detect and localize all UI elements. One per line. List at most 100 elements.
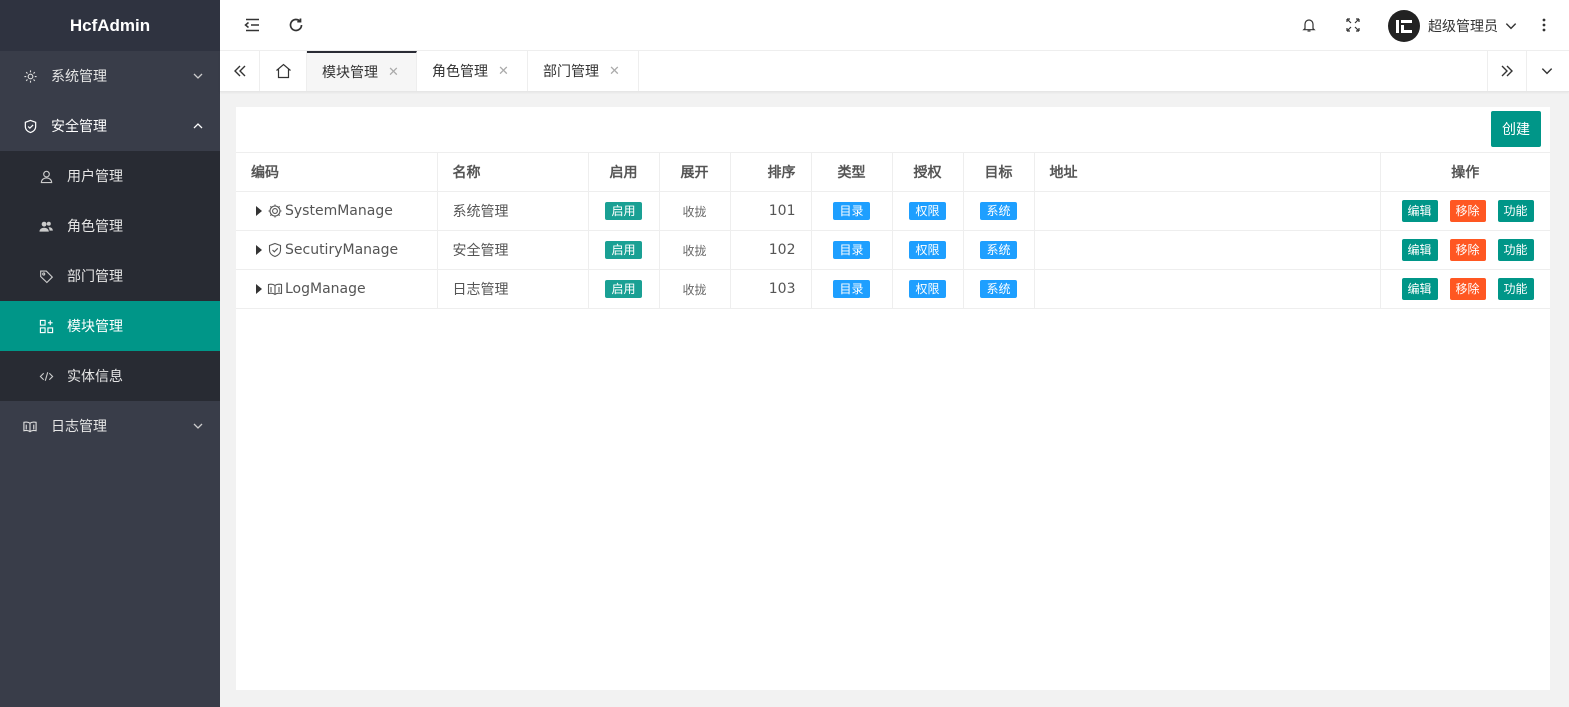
sidebar-item-entities[interactable]: 实体信息 bbox=[0, 351, 220, 401]
edit-button[interactable]: 编辑 bbox=[1401, 239, 1438, 261]
tab-home[interactable] bbox=[260, 51, 307, 91]
edit-button[interactable]: 编辑 bbox=[1401, 278, 1438, 300]
sidebar-item-label: 模块管理 bbox=[67, 319, 123, 335]
target-badge: 系统 bbox=[980, 241, 1017, 259]
table-row[interactable]: LogManage 日志管理 启用 收拢 103 目录 权限 系统 编辑 移除 功能 bbox=[236, 269, 1550, 309]
function-button[interactable]: 功能 bbox=[1497, 239, 1534, 261]
menu-fold-icon[interactable] bbox=[241, 14, 263, 36]
row-actions: 编辑 移除 功能 bbox=[1380, 191, 1550, 231]
column-header-order[interactable]: 排序 bbox=[730, 152, 812, 192]
username: 超级管理员 bbox=[1428, 19, 1498, 35]
sidebar-item-departments[interactable]: 部门管理 bbox=[0, 251, 220, 301]
fullscreen-icon[interactable] bbox=[1342, 14, 1364, 36]
module-address bbox=[1034, 230, 1381, 270]
module-code: LogManage bbox=[285, 281, 366, 297]
status-badge: 启用 bbox=[605, 280, 642, 298]
expand-status: 收拢 bbox=[682, 243, 707, 258]
auth-badge: 权限 bbox=[909, 202, 946, 220]
type-badge: 目录 bbox=[833, 202, 870, 220]
type-badge: 目录 bbox=[833, 280, 870, 298]
auth-badge: 权限 bbox=[909, 241, 946, 259]
tab-roles[interactable]: 角色管理 ✕ bbox=[417, 51, 528, 91]
user-menu[interactable]: 超级管理员 bbox=[1388, 10, 1518, 42]
target-badge: 系统 bbox=[980, 202, 1017, 220]
module-address bbox=[1034, 191, 1381, 231]
column-header-address[interactable]: 地址 bbox=[1034, 152, 1381, 192]
sidebar-menu-security[interactable]: 安全管理 bbox=[0, 101, 220, 151]
tab-departments[interactable]: 部门管理 ✕ bbox=[528, 51, 639, 91]
expand-arrow-icon[interactable] bbox=[256, 206, 262, 216]
column-header-type[interactable]: 类型 bbox=[811, 152, 893, 192]
module-order: 102 bbox=[730, 230, 812, 270]
module-name: 日志管理 bbox=[437, 269, 589, 309]
tab-bar: 模块管理 ✕ 角色管理 ✕ 部门管理 ✕ bbox=[220, 51, 1569, 92]
code-icon bbox=[38, 368, 54, 384]
column-header-name[interactable]: 名称 bbox=[437, 152, 589, 192]
module-list-card: 创建 编码 名称 启用 展开 排序 类型 授权 目标 地址 操作 SystemM… bbox=[236, 107, 1550, 690]
sidebar-menu-label: 安全管理 bbox=[51, 119, 107, 135]
book-icon bbox=[267, 281, 283, 297]
auth-badge: 权限 bbox=[909, 280, 946, 298]
module-order: 101 bbox=[730, 191, 812, 231]
double-chevron-right-icon bbox=[1501, 65, 1513, 77]
shield-icon bbox=[22, 118, 38, 134]
remove-button[interactable]: 移除 bbox=[1449, 200, 1486, 222]
refresh-icon[interactable] bbox=[285, 14, 307, 36]
status-badge: 启用 bbox=[605, 241, 642, 259]
tab-modules[interactable]: 模块管理 ✕ bbox=[307, 51, 417, 91]
function-button[interactable]: 功能 bbox=[1497, 278, 1534, 300]
tab-scroll-left-button[interactable] bbox=[220, 51, 260, 91]
table-header-row: 编码 名称 启用 展开 排序 类型 授权 目标 地址 操作 bbox=[236, 152, 1550, 192]
remove-button[interactable]: 移除 bbox=[1449, 239, 1486, 261]
expand-status: 收拢 bbox=[682, 282, 707, 297]
column-header-target[interactable]: 目标 bbox=[963, 152, 1035, 192]
sidebar-item-roles[interactable]: 角色管理 bbox=[0, 201, 220, 251]
app-logo: HcfAdmin bbox=[0, 0, 220, 51]
column-header-code[interactable]: 编码 bbox=[236, 152, 438, 192]
column-header-expand[interactable]: 展开 bbox=[659, 152, 731, 192]
tab-dropdown-button[interactable] bbox=[1527, 51, 1567, 91]
tab-label: 部门管理 bbox=[543, 64, 599, 80]
expand-arrow-icon[interactable] bbox=[256, 284, 262, 294]
chevron-down-icon bbox=[1505, 23, 1517, 30]
sidebar-item-users[interactable]: 用户管理 bbox=[0, 151, 220, 201]
sidebar-submenu-security: 用户管理 角色管理 部门管理 模块管理 实体信息 bbox=[0, 151, 220, 401]
gear-icon bbox=[22, 68, 38, 84]
chevron-down-icon bbox=[193, 73, 203, 79]
module-name: 安全管理 bbox=[437, 230, 589, 270]
more-vertical-icon[interactable] bbox=[1533, 14, 1555, 36]
tag-icon bbox=[38, 268, 54, 284]
column-header-enabled[interactable]: 启用 bbox=[588, 152, 660, 192]
expand-status: 收拢 bbox=[682, 204, 707, 219]
function-button[interactable]: 功能 bbox=[1497, 200, 1534, 222]
chevron-down-icon bbox=[1541, 68, 1553, 75]
row-actions: 编辑 移除 功能 bbox=[1380, 230, 1550, 270]
sidebar: HcfAdmin 系统管理 安全管理 用户管理 角色管理 部门管理 模块管理 实… bbox=[0, 0, 220, 707]
sidebar-menu-label: 日志管理 bbox=[51, 419, 107, 435]
users-icon bbox=[38, 218, 54, 234]
module-address bbox=[1034, 269, 1381, 309]
column-header-auth[interactable]: 授权 bbox=[892, 152, 964, 192]
gear-icon bbox=[267, 203, 283, 219]
chevron-up-icon bbox=[193, 123, 203, 129]
close-icon[interactable]: ✕ bbox=[498, 64, 509, 79]
bell-icon[interactable] bbox=[1298, 14, 1320, 36]
shield-icon bbox=[267, 242, 283, 258]
table-row[interactable]: SystemManage 系统管理 启用 收拢 101 目录 权限 系统 编辑移… bbox=[236, 191, 1550, 231]
table-row[interactable]: SecutiryManage 安全管理 启用 收拢 102 目录 权限 系统 编… bbox=[236, 230, 1550, 270]
create-button[interactable]: 创建 bbox=[1491, 111, 1541, 147]
sidebar-item-label: 部门管理 bbox=[67, 269, 123, 285]
tab-scroll-right-button[interactable] bbox=[1487, 51, 1527, 91]
chevron-down-icon bbox=[193, 423, 203, 429]
avatar bbox=[1388, 10, 1420, 42]
close-icon[interactable]: ✕ bbox=[388, 65, 399, 80]
edit-button[interactable]: 编辑 bbox=[1401, 200, 1438, 222]
remove-button[interactable]: 移除 bbox=[1449, 278, 1486, 300]
sidebar-menu-log[interactable]: 日志管理 bbox=[0, 401, 220, 451]
sidebar-menu-system[interactable]: 系统管理 bbox=[0, 51, 220, 101]
sidebar-item-modules[interactable]: 模块管理 bbox=[0, 301, 220, 351]
module-code: SystemManage bbox=[285, 203, 393, 219]
close-icon[interactable]: ✕ bbox=[609, 64, 620, 79]
module-name: 系统管理 bbox=[437, 191, 589, 231]
expand-arrow-icon[interactable] bbox=[256, 245, 262, 255]
